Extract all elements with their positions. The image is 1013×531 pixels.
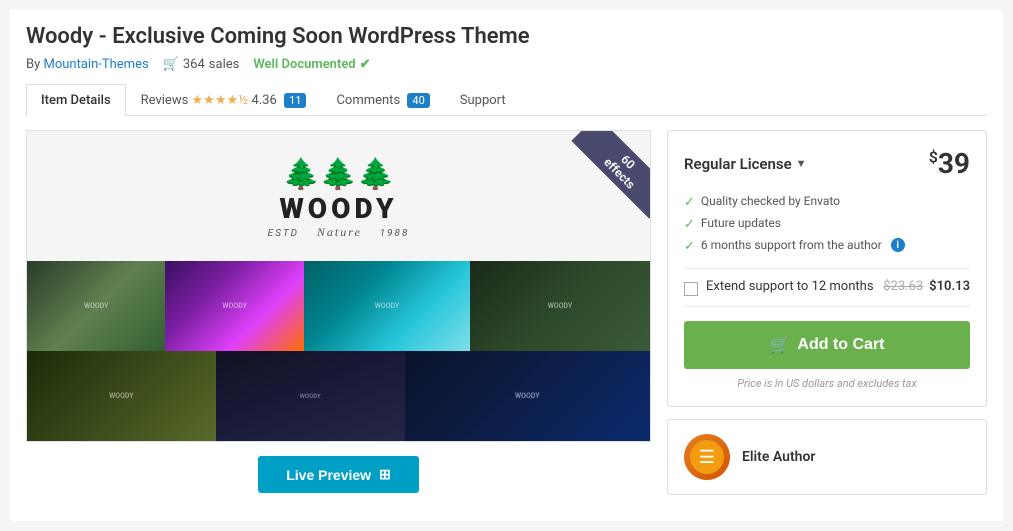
feature-1: ✓ Quality checked by Envato — [684, 194, 970, 210]
checkmark-icon: ✔ — [360, 57, 371, 72]
extend-label: Extend support to 12 months — [706, 279, 874, 294]
preview-section: 60 effects 🌲🌲🌲 WOODY ESTD Nature 1988 — [26, 130, 651, 507]
author-link[interactable]: Mountain-Themes — [44, 57, 149, 72]
reviews-badge: 11 — [284, 93, 306, 108]
elite-author-icon: ☰ — [699, 447, 715, 468]
extend-prices: $23.63 $10.13 — [883, 279, 970, 294]
tab-item-details[interactable]: Item Details — [26, 84, 126, 116]
author-avatar-inner: ☰ — [690, 440, 724, 474]
extend-row: Extend support to 12 months $23.63 $10.1… — [684, 268, 970, 307]
thumb-2: WOODY — [165, 261, 303, 351]
check-icon-3: ✓ — [684, 239, 695, 254]
sales-info: 🛒 364 sales — [163, 57, 240, 72]
check-icon-1: ✓ — [684, 195, 695, 210]
price-display: $39 — [929, 147, 970, 180]
by-label: By Mountain-Themes — [26, 57, 149, 72]
tab-comments[interactable]: Comments 40 — [321, 84, 444, 116]
dollar-sign: $ — [929, 148, 938, 167]
purchase-box: Regular License ▼ $39 ✓ Quality checked … — [667, 130, 987, 407]
thumbnails-row1: WOODY WOODY WOODY — [27, 261, 650, 351]
review-rating: 4.36 — [251, 93, 276, 108]
features-list: ✓ Quality checked by Envato ✓ Future upd… — [684, 194, 970, 254]
tab-reviews[interactable]: Reviews ★★★★½ 4.36 11 — [126, 84, 322, 116]
add-to-cart-label: Add to Cart — [797, 336, 884, 354]
content-area: 60 effects 🌲🌲🌲 WOODY ESTD Nature 1988 — [26, 130, 987, 507]
tabs-bar: Item Details Reviews ★★★★½ 4.36 11 Comme… — [26, 84, 987, 116]
feature-2-text: Future updates — [701, 216, 781, 230]
thumb-5: WOODY — [27, 351, 216, 441]
well-documented-text: Well Documented — [253, 57, 355, 72]
feature-3-text: 6 months support from the author — [701, 238, 882, 252]
license-label-text: Regular License — [684, 155, 792, 173]
review-stars: ★★★★½ — [192, 93, 252, 108]
sidebar: Regular License ▼ $39 ✓ Quality checked … — [667, 130, 987, 507]
live-preview-button[interactable]: Live Preview ⊞ — [258, 456, 419, 493]
license-row: Regular License ▼ $39 — [684, 147, 970, 180]
tax-note: Price is in US dollars and excludes tax — [684, 377, 970, 390]
tab-support[interactable]: Support — [445, 84, 521, 116]
preview-image-wrapper: 60 effects 🌲🌲🌲 WOODY ESTD Nature 1988 — [26, 130, 651, 442]
tab-comments-label: Comments — [336, 93, 400, 108]
sales-count: 364 — [183, 57, 205, 72]
sales-label: sales — [209, 57, 240, 72]
add-to-cart-button[interactable]: 🛒 Add to Cart — [684, 321, 970, 369]
info-icon: i — [891, 238, 905, 252]
elite-author-label: Elite Author — [742, 449, 815, 465]
thumb-6: WOODY — [216, 351, 405, 441]
by-text: By — [26, 57, 40, 72]
extend-original-price: $23.63 — [883, 279, 923, 294]
page-wrapper: Woody - Exclusive Coming Soon WordPress … — [10, 10, 1003, 521]
tree-icon: 🌲🌲🌲 — [282, 160, 394, 190]
price-value: 39 — [938, 147, 970, 180]
thumb-4: WOODY — [470, 261, 650, 351]
feature-1-text: Quality checked by Envato — [701, 194, 840, 208]
live-preview-bar: Live Preview ⊞ — [26, 442, 651, 507]
cart-icon: 🛒 — [769, 335, 789, 355]
extend-checkbox[interactable] — [684, 282, 698, 296]
check-icon-2: ✓ — [684, 217, 695, 232]
thumb-7: WOODY — [405, 351, 650, 441]
thumbnails-row2: WOODY WOODY WOODY — [27, 351, 650, 441]
dropdown-arrow-icon: ▼ — [796, 157, 807, 170]
thumb-3: WOODY — [304, 261, 470, 351]
meta-bar: By Mountain-Themes 🛒 364 sales Well Docu… — [26, 57, 987, 72]
tab-support-label: Support — [460, 93, 506, 108]
preview-collage: 🌲🌲🌲 WOODY ESTD Nature 1988 — [27, 131, 650, 441]
author-box: ☰ Elite Author — [667, 419, 987, 495]
hero-area: 🌲🌲🌲 WOODY ESTD Nature 1988 — [27, 131, 650, 261]
tab-reviews-label: Reviews — [141, 93, 189, 108]
license-label: Regular License ▼ — [684, 155, 807, 173]
thumb-1: WOODY — [27, 261, 165, 351]
page-title: Woody - Exclusive Coming Soon WordPress … — [26, 24, 987, 49]
woody-subtitle: ESTD Nature 1988 — [268, 225, 410, 240]
extend-discount-price: $10.13 — [929, 279, 970, 294]
well-documented-badge: Well Documented ✔ — [253, 57, 370, 72]
feature-3: ✓ 6 months support from the author i — [684, 238, 970, 254]
grid-icon: ⊞ — [379, 466, 391, 483]
author-avatar: ☰ — [684, 434, 730, 480]
woody-brand: WOODY — [279, 192, 397, 225]
comments-badge: 40 — [407, 93, 429, 108]
cart-icon: 🛒 — [163, 57, 179, 72]
live-preview-label: Live Preview — [286, 467, 371, 483]
feature-2: ✓ Future updates — [684, 216, 970, 232]
